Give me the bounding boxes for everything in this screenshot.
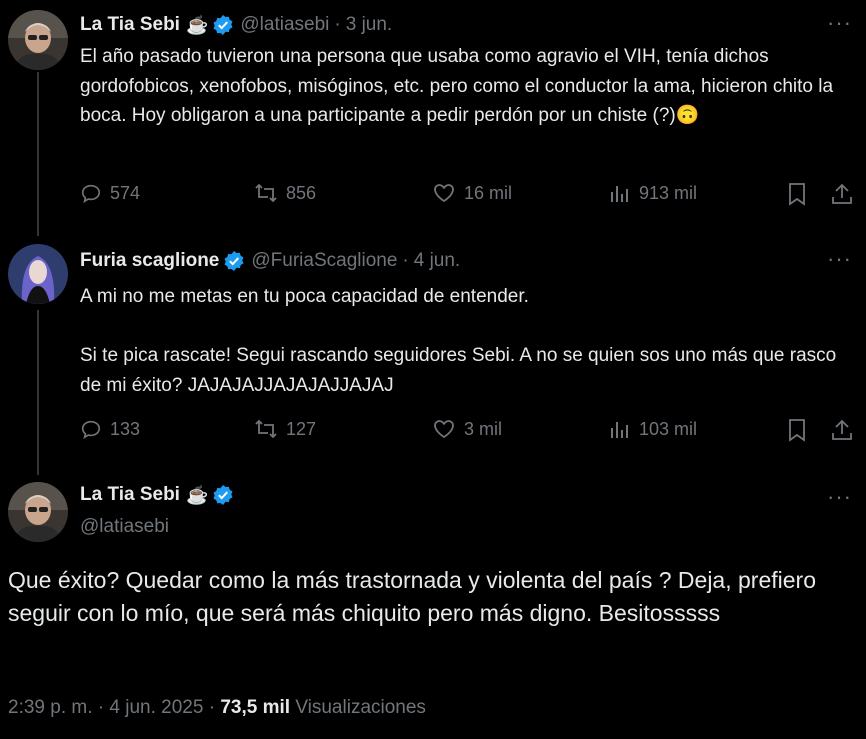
tweet-date[interactable]: 4 jun. [414,250,460,272]
repost-button[interactable]: 856 [254,182,316,204]
views-button[interactable]: 103 mil [609,418,697,440]
avatar[interactable] [8,482,68,542]
repost-button[interactable]: 127 [254,418,316,440]
verified-badge-icon [212,14,234,36]
repost-icon [254,182,278,204]
reply-count: 574 [110,182,141,203]
like-count: 16 mil [464,182,513,203]
reply-button[interactable]: 133 [80,418,140,440]
like-icon [432,182,456,204]
verified-badge-icon [223,250,245,272]
coffee-emoji: ☕ [185,14,209,35]
more-icon[interactable]: ··· [827,10,852,36]
tweet-date[interactable]: 3 jun. [346,14,392,36]
author-name[interactable]: La Tia Sebi [80,484,180,506]
separator: · [97,697,105,718]
share-icon[interactable] [830,418,854,442]
bookmark-icon[interactable] [786,182,808,206]
repost-count: 856 [286,182,317,203]
tweet-actions: 574 856 16 mil 913 mil [80,182,854,212]
more-icon[interactable]: ··· [827,246,852,272]
author-name[interactable]: La Tia Sebi [80,14,180,36]
separator: · [402,250,409,271]
separator: · [334,14,341,35]
tweet-1[interactable]: La Tia Sebi ☕ @latiasebi · 3 jun. ··· El… [0,0,866,236]
author-handle[interactable]: @FuriaScaglione [251,250,397,272]
verified-badge-icon [212,484,234,506]
author-handle[interactable]: @latiasebi [80,516,169,538]
repost-count: 127 [286,418,317,439]
like-icon [432,418,456,440]
tweet-meta: 2:39 p. m. · 4 jun. 2025 · 73,5 mil Visu… [8,697,426,719]
tweet-time[interactable]: 2:39 p. m. [8,697,93,718]
reply-button[interactable]: 574 [80,182,140,204]
avatar[interactable] [8,244,68,304]
tweet-actions: 133 127 3 mil 103 mil [80,418,854,448]
views-label: Visualizaciones [295,697,426,718]
author-handle[interactable]: @latiasebi [240,14,329,36]
views-icon [609,418,631,440]
bookmark-icon[interactable] [786,418,808,442]
avatar[interactable] [8,10,68,70]
like-count: 3 mil [464,418,503,439]
views-button[interactable]: 913 mil [609,182,697,204]
reply-count: 133 [110,418,141,439]
more-icon[interactable]: ··· [827,484,852,510]
tweet-text: A mi no me metas en tu poca capacidad de… [80,286,837,396]
views-count: 913 mil [639,182,698,203]
share-icon[interactable] [830,182,854,206]
separator: · [208,697,216,718]
views-total: 73,5 mil [220,697,291,718]
views-count: 103 mil [639,418,698,439]
coffee-emoji: ☕ [185,484,209,505]
tweet-header: Furia scaglione @FuriaScaglione · 4 jun. [80,250,460,272]
reply-icon [80,418,102,440]
tweet-2[interactable]: Furia scaglione @FuriaScaglione · 4 jun.… [0,236,866,474]
main-tweet-text: Que éxito? Quedar como la más trastornad… [8,567,816,626]
tweet-header: La Tia Sebi ☕ @latiasebi · 3 jun. [80,14,392,36]
tweet-text: El año pasado tuvieron una persona que u… [80,46,839,126]
repost-icon [254,418,278,440]
views-icon [609,182,631,204]
like-button[interactable]: 16 mil [432,182,512,204]
tweet-header: La Tia Sebi ☕ [80,484,234,506]
tweet-full-date[interactable]: 4 jun. 2025 [109,697,203,718]
reply-icon [80,182,102,204]
handle-row: @latiasebi [80,516,169,538]
author-name[interactable]: Furia scaglione [80,250,219,272]
like-button[interactable]: 3 mil [432,418,502,440]
